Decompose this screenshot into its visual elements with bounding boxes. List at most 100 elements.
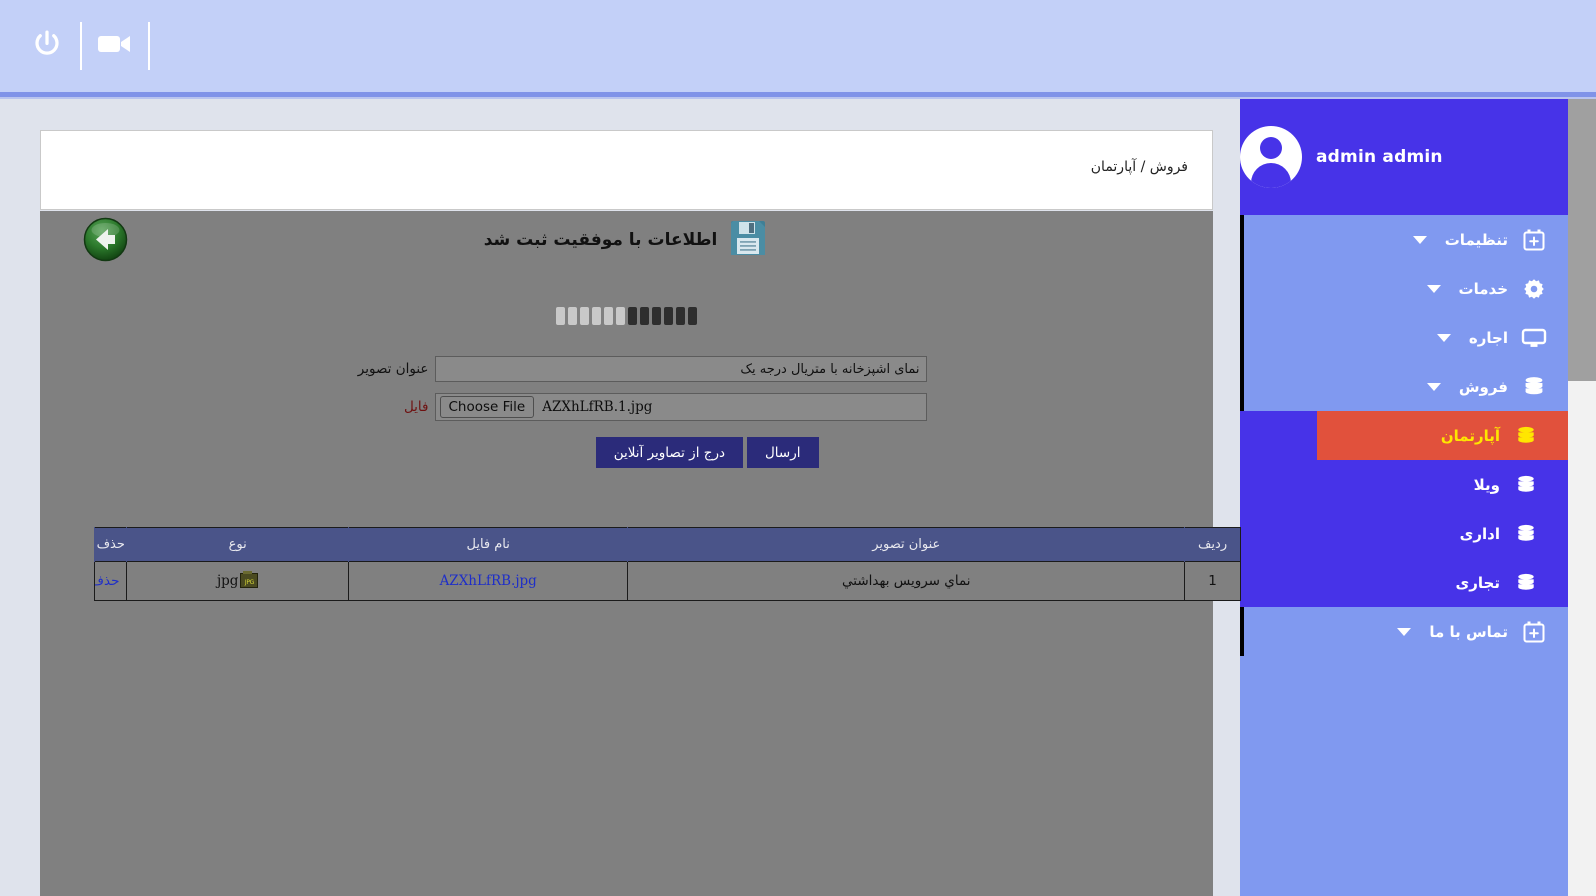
sidebar-subitem-villa[interactable]: ویلا <box>1240 460 1568 509</box>
sidebar-profile[interactable]: admin admin <box>1240 99 1568 215</box>
calendar-plus-icon <box>1514 228 1554 252</box>
content-panel: اطلاعات با موفقیت ثبت شد عنوان تصویر Cho… <box>40 211 1213 896</box>
file-input[interactable]: Choose File AZXhLfRB.1.jpg <box>435 393 927 421</box>
sidebar-item-contact-us[interactable]: تماس با ما <box>1240 607 1568 656</box>
calendar-plus-icon <box>1514 620 1554 644</box>
sidebar-subitem-apartment[interactable]: آپارتمان <box>1317 411 1568 460</box>
gear-icon <box>1514 277 1554 301</box>
spinner-square <box>604 307 613 325</box>
monitor-icon <box>1514 326 1554 350</box>
spinner-square <box>580 307 589 325</box>
sidebar-subitem-label: آپارتمان <box>1441 427 1500 445</box>
success-message-row: اطلاعات با موفقیت ثبت شد <box>40 211 1213 269</box>
sidebar-edge-marker <box>1240 313 1244 362</box>
breadcrumb-card: فروش / آپارتمان <box>40 130 1213 210</box>
chevron-down-icon <box>1427 285 1441 293</box>
col-delete[interactable]: حذف <box>95 528 127 562</box>
file-link[interactable]: AZXhLfRB.jpg <box>440 573 537 589</box>
database-icon <box>1514 375 1554 399</box>
spinner-square <box>592 307 601 325</box>
image-title-label: عنوان تصویر <box>327 361 435 377</box>
floppy-disk-save-icon[interactable] <box>727 217 769 263</box>
sidebar-edge-marker <box>1240 215 1244 264</box>
breadcrumb[interactable]: فروش / آپارتمان <box>1091 159 1188 175</box>
spinner-square <box>652 307 661 325</box>
sidebar-item-label: تنظیمات <box>1445 231 1508 249</box>
sidebar-item-label: خدمات <box>1459 280 1508 298</box>
success-message: اطلاعات با موفقیت ثبت شد <box>484 230 718 250</box>
scrollbar-thumb[interactable] <box>1568 99 1596 381</box>
chevron-down-icon <box>1397 628 1411 636</box>
sidebar-item-label: تماس با ما <box>1429 623 1508 641</box>
spinner-square <box>568 307 577 325</box>
image-title-row: عنوان تصویر <box>40 356 1213 382</box>
profile-name: admin admin <box>1316 147 1443 167</box>
spinner-square <box>640 307 649 325</box>
top-toolbar <box>0 0 1596 92</box>
sidebar-item-label: اجاره <box>1469 329 1508 347</box>
cell-filename[interactable]: AZXhLfRB.jpg <box>348 562 628 601</box>
sidebar-menu: تنظیمات خدمات اجاره <box>1240 215 1568 656</box>
database-icon <box>1508 523 1544 545</box>
type-text: jpg <box>217 573 238 589</box>
col-title[interactable]: عنوان تصویر <box>628 528 1185 562</box>
sidebar-subitem-label: تجاری <box>1456 574 1500 592</box>
sidebar-subitem-label: ویلا <box>1474 476 1500 494</box>
sidebar-item-services[interactable]: خدمات <box>1240 264 1568 313</box>
power-button[interactable] <box>16 15 78 77</box>
spinner-square <box>688 307 697 325</box>
image-title-input[interactable] <box>435 356 927 382</box>
database-icon <box>1508 572 1544 594</box>
images-table-wrapper: ردیف عنوان تصویر نام فایل نوع حذف 1 نماي… <box>94 527 1241 601</box>
file-row: Choose File AZXhLfRB.1.jpg فایل <box>40 393 1213 421</box>
sidebar-submenu-sales: آپارتمان ویلا <box>1240 411 1568 607</box>
sidebar-item-label: فروش <box>1459 378 1508 396</box>
cell-index: 1 <box>1185 562 1241 601</box>
col-type[interactable]: نوع <box>127 528 348 562</box>
spinner-square <box>676 307 685 325</box>
power-icon <box>32 28 62 64</box>
table-header: ردیف عنوان تصویر نام فایل نوع حذف <box>95 528 1241 562</box>
table-body: 1 نماي سرويس بهداشتي AZXhLfRB.jpg jpg حذ… <box>95 562 1241 601</box>
page-scrollbar[interactable] <box>1568 99 1596 896</box>
sidebar: admin admin تنظیمات <box>1240 99 1568 896</box>
col-filename[interactable]: نام فایل <box>348 528 628 562</box>
sidebar-item-rent[interactable]: اجاره <box>1240 313 1568 362</box>
online-images-button[interactable]: درج از تصاویر آنلاین <box>596 437 743 468</box>
images-table: ردیف عنوان تصویر نام فایل نوع حذف 1 نماي… <box>94 527 1241 601</box>
sidebar-subitem-label: اداری <box>1460 525 1500 543</box>
submit-button[interactable]: ارسال <box>747 437 819 468</box>
chevron-down-icon <box>1413 236 1427 244</box>
choose-file-button[interactable]: Choose File <box>440 396 535 418</box>
cell-type: jpg <box>127 562 348 601</box>
sidebar-subitem-office[interactable]: اداری <box>1240 509 1568 558</box>
sidebar-item-sales[interactable]: فروش <box>1240 362 1568 411</box>
user-avatar-icon <box>1240 126 1302 188</box>
sidebar-edge-marker <box>1240 607 1244 656</box>
spinner-square <box>556 307 565 325</box>
spinner-square <box>664 307 673 325</box>
sidebar-subitem-commercial[interactable]: تجاری <box>1240 558 1568 607</box>
cell-delete[interactable]: حذف <box>95 562 127 601</box>
jpg-file-icon <box>240 573 258 588</box>
table-row: 1 نماي سرويس بهداشتي AZXhLfRB.jpg jpg حذ… <box>95 562 1241 601</box>
chevron-down-icon <box>1427 383 1441 391</box>
col-index[interactable]: ردیف <box>1185 528 1241 562</box>
form-buttons-row: ارسال درج از تصاویر آنلاین <box>40 437 1213 468</box>
upload-form: عنوان تصویر Choose File AZXhLfRB.1.jpg ف… <box>40 356 1213 468</box>
database-icon <box>1508 425 1544 447</box>
spinner-square <box>628 307 637 325</box>
spinner-square <box>616 307 625 325</box>
loading-spinner <box>40 307 1213 325</box>
video-camera-icon <box>97 31 133 61</box>
sidebar-edge-marker <box>1240 362 1244 411</box>
video-camera-button[interactable] <box>84 15 146 77</box>
toolbar-divider-2 <box>148 22 150 70</box>
toolbar-divider-1 <box>80 22 82 70</box>
database-icon <box>1508 474 1544 496</box>
chevron-down-icon <box>1437 334 1451 342</box>
table-header-row: ردیف عنوان تصویر نام فایل نوع حذف <box>95 528 1241 562</box>
delete-link[interactable]: حذف <box>95 573 120 589</box>
file-label: فایل <box>327 399 435 415</box>
sidebar-item-settings[interactable]: تنظیمات <box>1240 215 1568 264</box>
